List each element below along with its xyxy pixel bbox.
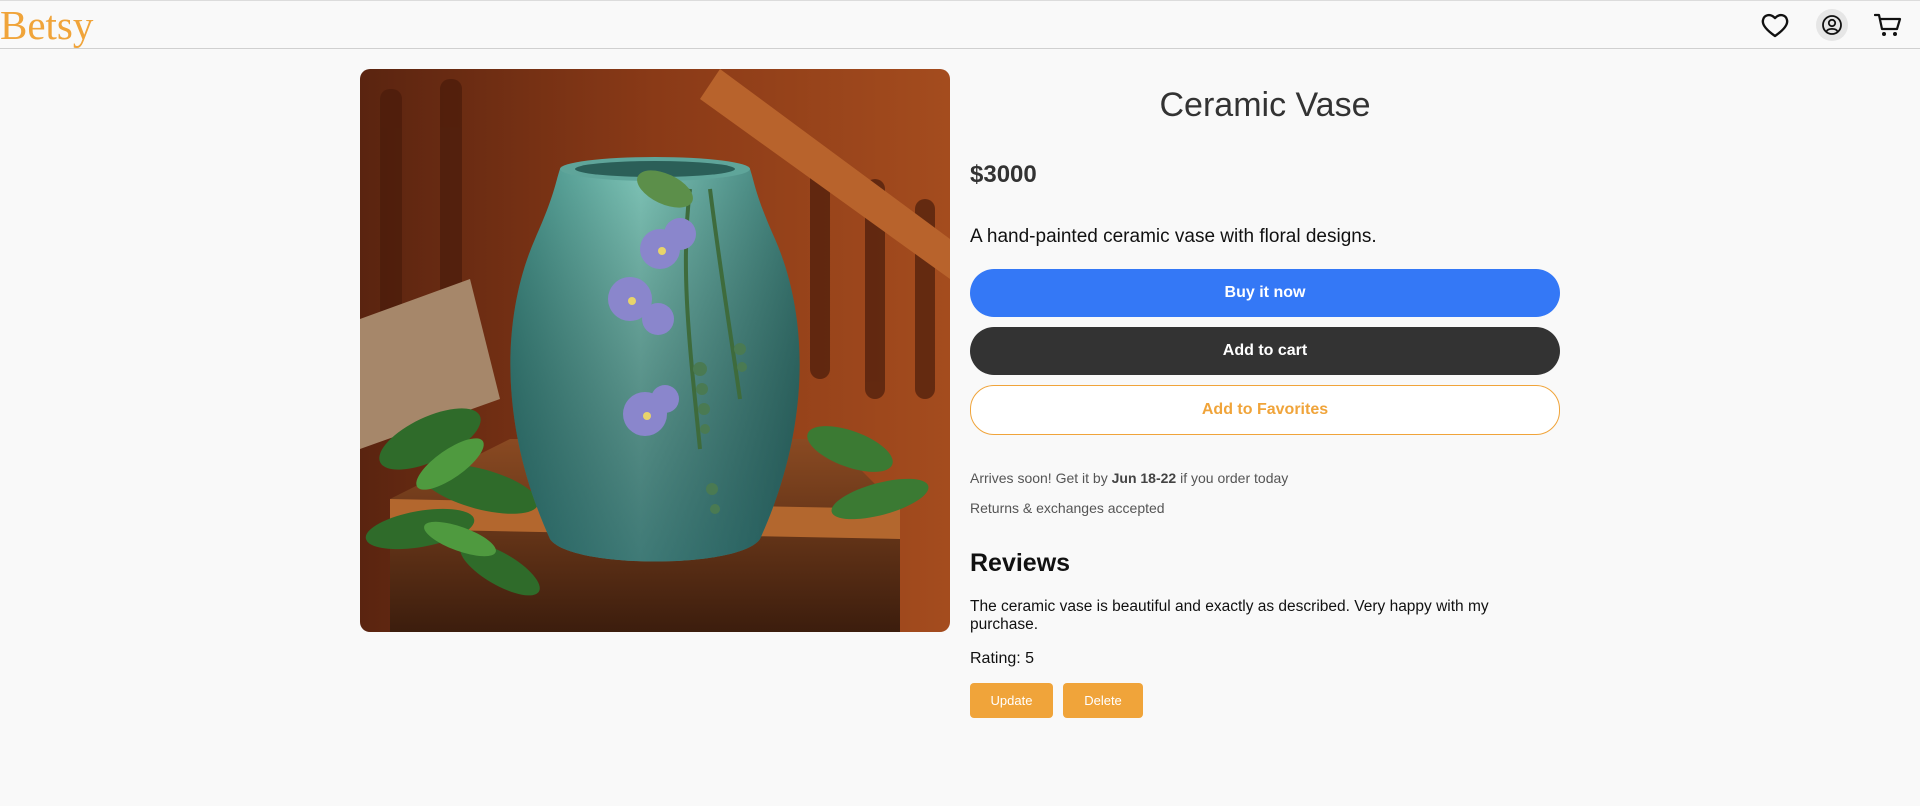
shipping-info: Arrives soon! Get it by Jun 18-22 if you… <box>970 469 1288 487</box>
cart-button[interactable] <box>1872 9 1904 41</box>
returns-info: Returns & exchanges accepted <box>970 500 1165 516</box>
review-text: The ceramic vase is beautiful and exactl… <box>970 598 1489 633</box>
shipping-suffix: if you order today <box>1176 470 1289 486</box>
reviews-heading: Reviews <box>970 549 1071 577</box>
delete-review-button[interactable]: Delete <box>1063 683 1143 718</box>
top-navbar: Betsy <box>0 0 1920 49</box>
profile-button[interactable] <box>1816 9 1848 41</box>
add-to-favorites-button[interactable]: Add to Favorites <box>970 385 1560 435</box>
product-image <box>360 69 950 632</box>
product-price: $3000 <box>970 161 1037 188</box>
review-rating: Rating: 5 <box>970 650 1035 667</box>
add-to-cart-button[interactable]: Add to cart <box>970 327 1560 375</box>
product-description: A hand-painted ceramic vase with floral … <box>970 226 1377 247</box>
betsy-logo[interactable]: Betsy <box>0 3 93 47</box>
buy-now-button[interactable]: Buy it now <box>970 269 1560 317</box>
profile-icon <box>1822 15 1842 35</box>
heart-icon <box>1761 13 1789 38</box>
vase-illustration <box>360 69 950 632</box>
favorites-button[interactable] <box>1759 9 1791 41</box>
cart-icon <box>1874 13 1902 36</box>
update-review-button[interactable]: Update <box>970 683 1053 718</box>
shipping-date: Jun 18-22 <box>1111 470 1177 486</box>
product-title: Ceramic Vase <box>1159 86 1371 124</box>
shipping-prefix: Arrives soon! Get it by <box>970 470 1112 486</box>
